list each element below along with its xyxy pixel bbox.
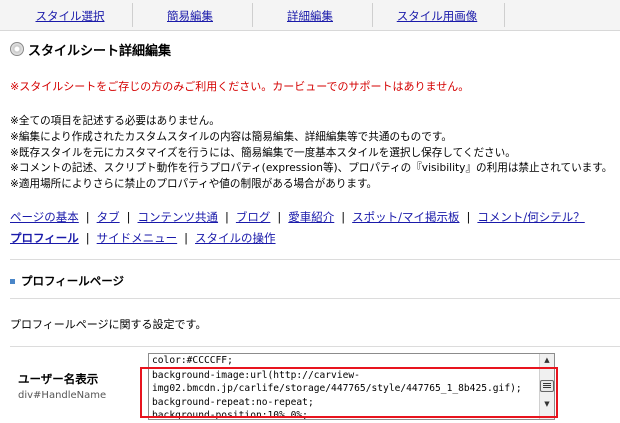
tab-divider — [252, 3, 253, 27]
nav-link-contents-common[interactable]: コンテンツ共通 — [138, 210, 219, 224]
tab-simple-edit[interactable]: 簡易編集 — [140, 6, 240, 26]
nav-link-comment[interactable]: コメント/何シテル？ — [477, 210, 584, 224]
css-textarea[interactable]: color:#CCCCFF; background-image:url(http… — [148, 353, 555, 420]
scroll-up-arrow-icon[interactable]: ▲ — [540, 354, 554, 366]
nav-separator: | — [341, 210, 346, 224]
tab-detail-edit[interactable]: 詳細編集 — [260, 6, 360, 26]
scroll-down-arrow-icon[interactable]: ▼ — [540, 398, 554, 410]
code-line: background-position:10% 0%; — [152, 410, 308, 420]
code-line: background-repeat:no-repeat; — [152, 397, 314, 408]
tab-bar: スタイル選択 簡易編集 詳細編集 スタイル用画像 — [0, 0, 620, 31]
nav-separator: | — [126, 210, 131, 224]
section-description: プロフィールページに関する設定です。 — [10, 318, 207, 331]
nav-separator: | — [85, 210, 90, 224]
tab-style-images[interactable]: スタイル用画像 — [382, 6, 492, 26]
bullet-circle-icon — [10, 42, 24, 56]
divider — [10, 346, 620, 347]
nav-link-style-ops[interactable]: スタイルの操作 — [195, 231, 276, 245]
list-icon[interactable] — [540, 380, 554, 392]
field-label: ユーザー名表示 — [18, 372, 99, 386]
nav-link-profile[interactable]: プロフィール — [10, 231, 79, 245]
code-line: color:#CCCCFF; — [152, 355, 233, 366]
note-line: ※既存スタイルを元にカスタマイズを行うには、簡易編集で一度基本スタイルを選択し保… — [10, 146, 516, 159]
divider — [10, 259, 620, 260]
nav-link-car-intro[interactable]: 愛車紹介 — [288, 210, 334, 224]
page-title: スタイルシート詳細編集 — [28, 43, 172, 59]
divider — [10, 298, 620, 299]
field-selector: div#HandleName — [18, 390, 107, 401]
note-line: ※全ての項目を記述する必要はありません。 — [10, 115, 220, 127]
square-bullet-icon — [10, 278, 15, 284]
support-warning: ※スタイルシートをご存じの方のみご利用ください。カービューでのサポートはありませ… — [10, 80, 470, 93]
note-line: ※コメントの記述、スクリプト動作を行うプロパティ(expression等)、プロ… — [10, 162, 613, 175]
title-row: スタイルシート詳細編集 — [10, 40, 172, 59]
tab-divider — [372, 3, 373, 27]
nav-separator: | — [277, 210, 282, 224]
tab-divider — [132, 3, 133, 27]
note-line: ※適用場所によりさらに禁止のプロパティや値の制限がある場合があります。 — [10, 178, 378, 191]
notes-list: ※全ての項目を記述する必要はありません。 ※編集により作成されたカスタムスタイル… — [10, 114, 612, 193]
section-header: プロフィールページ — [10, 273, 124, 289]
nav-link-tab[interactable]: タブ — [97, 210, 120, 224]
code-line: img02.bmcdn.jp/carlife/storage/447765/st… — [152, 383, 522, 394]
section-nav: ページの基本 | タブ | コンテンツ共通 | ブログ | 愛車紹介 | スポット/マイ掲示板 | コメ… — [10, 207, 620, 249]
nav-link-blog[interactable]: ブログ — [236, 210, 271, 224]
nav-link-spot-board[interactable]: スポット/マイ掲示板 — [352, 210, 459, 224]
nav-separator: | — [225, 210, 229, 224]
code-line: background-image:url(http://carview- — [152, 370, 360, 381]
note-line: ※編集により作成されたカスタムスタイルの内容は簡易編集、詳細編集等で共通のもので… — [10, 130, 452, 143]
tab-style-select[interactable]: スタイル選択 — [20, 6, 120, 26]
section-title: プロフィールページ — [21, 274, 125, 288]
nav-link-side-menu[interactable]: サイドメニュー — [97, 231, 178, 245]
nav-separator: | — [85, 231, 90, 245]
nav-link-page-basic[interactable]: ページの基本 — [10, 210, 79, 224]
nav-separator: | — [184, 231, 189, 245]
tab-divider — [504, 3, 505, 27]
nav-separator: | — [466, 210, 471, 224]
